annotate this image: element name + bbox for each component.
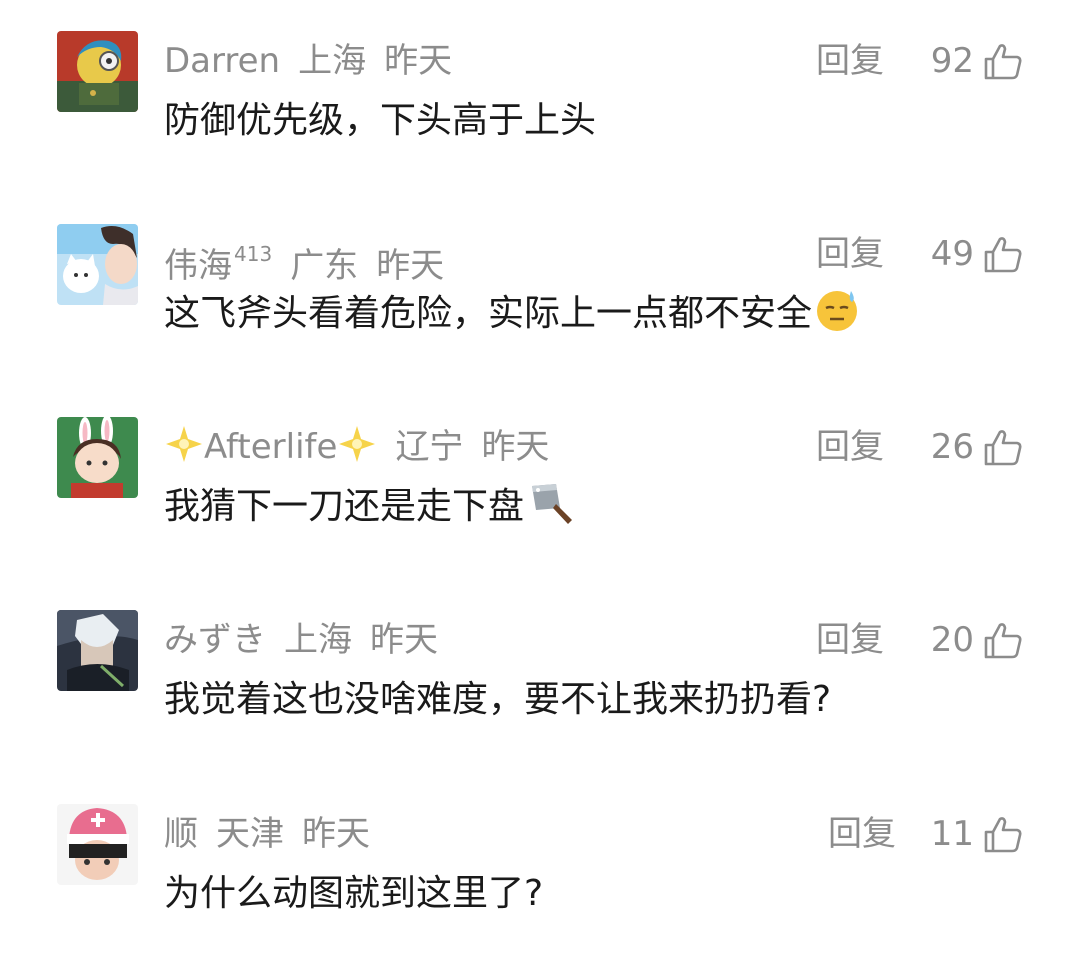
cleaver-emoji <box>532 484 573 524</box>
timestamp: 昨天 <box>384 41 453 81</box>
sparkle-star-icon <box>166 426 202 462</box>
location: 辽宁 <box>395 427 464 467</box>
avatar[interactable] <box>57 804 138 885</box>
like-count: 20 <box>930 620 974 660</box>
timestamp: 昨天 <box>481 427 550 467</box>
username[interactable]: Afterlife <box>204 417 337 477</box>
thumbs-up-icon[interactable] <box>983 43 1023 81</box>
username[interactable]: 顺 <box>164 804 198 864</box>
avatar[interactable] <box>57 31 138 112</box>
like-count: 26 <box>930 427 974 467</box>
thumbs-up-icon[interactable] <box>983 236 1023 274</box>
avatar-image <box>57 224 138 305</box>
comment-item: Darren 上海 昨天 回复 92 防御优先级，下头高于上头 <box>0 31 1080 181</box>
comment-text: 防御优先级，下头高于上头 <box>164 100 597 141</box>
username[interactable]: Darren <box>164 31 280 91</box>
location: 天津 <box>216 814 284 854</box>
avatar-image <box>57 417 138 498</box>
comment-item: みずき 上海 昨天 回复 20 我觉着这也没啥难度，要不让我来扔扔看? <box>0 610 1080 760</box>
comment-meta: 伟海 413 广东 昨天 <box>164 224 444 286</box>
like-count: 92 <box>930 41 974 81</box>
avatar-image <box>57 804 138 885</box>
comment-text-row: 我猜下一刀还是走下盘 <box>164 479 576 535</box>
avatar[interactable] <box>57 610 138 691</box>
user-level: 413 <box>234 242 273 266</box>
timestamp: 昨天 <box>370 620 438 660</box>
like-count: 11 <box>930 814 974 854</box>
comment-meta: みずき 上海 昨天 <box>164 610 438 670</box>
comment-item: 伟海 413 广东 昨天 回复 49 这飞斧头看着危险，实际上一点都不安全 <box>0 224 1080 374</box>
reply-button[interactable]: 回复 <box>816 224 884 284</box>
reply-button[interactable]: 回复 <box>816 31 884 91</box>
thumbs-up-icon[interactable] <box>983 429 1023 467</box>
like-count: 49 <box>930 234 974 274</box>
comment-text: 这飞斧头看着危险，实际上一点都不安全 <box>164 293 813 334</box>
comment-text-row: 这飞斧头看着危险，实际上一点都不安全 <box>164 286 860 342</box>
comment-text: 为什么动图就到这里了? <box>164 873 544 914</box>
avatar[interactable] <box>57 417 138 498</box>
reply-button[interactable]: 回复 <box>816 417 884 477</box>
thumbs-up-icon[interactable] <box>983 816 1023 854</box>
comment-meta: Afterlife 辽宁 昨天 <box>164 417 549 477</box>
location: 上海 <box>298 41 367 81</box>
username[interactable]: みずき <box>164 610 266 670</box>
avatar-image <box>57 31 138 112</box>
comment-item: 顺天津 昨天 回复 11 为什么动图就到这里了? <box>0 804 1080 954</box>
comment-meta: Darren 上海 昨天 <box>164 31 452 91</box>
avatar[interactable] <box>57 224 138 305</box>
avatar-image <box>57 610 138 691</box>
reply-button[interactable]: 回复 <box>828 804 896 864</box>
location: 上海 <box>284 620 352 660</box>
sparkle-star-icon <box>339 426 376 462</box>
comment-text: 我觉着这也没啥难度，要不让我来扔扔看? <box>164 679 832 720</box>
timestamp: 昨天 <box>302 814 370 854</box>
sweat-smile-emoji <box>817 291 858 331</box>
thumbs-up-icon[interactable] <box>983 622 1023 660</box>
comment-text: 我猜下一刀还是走下盘 <box>164 486 525 527</box>
comment-meta: 顺天津 昨天 <box>164 804 370 864</box>
comment-item: Afterlife 辽宁 昨天 回复 26 我猜下一刀还是走下盘 <box>0 417 1080 567</box>
reply-button[interactable]: 回复 <box>816 610 884 670</box>
